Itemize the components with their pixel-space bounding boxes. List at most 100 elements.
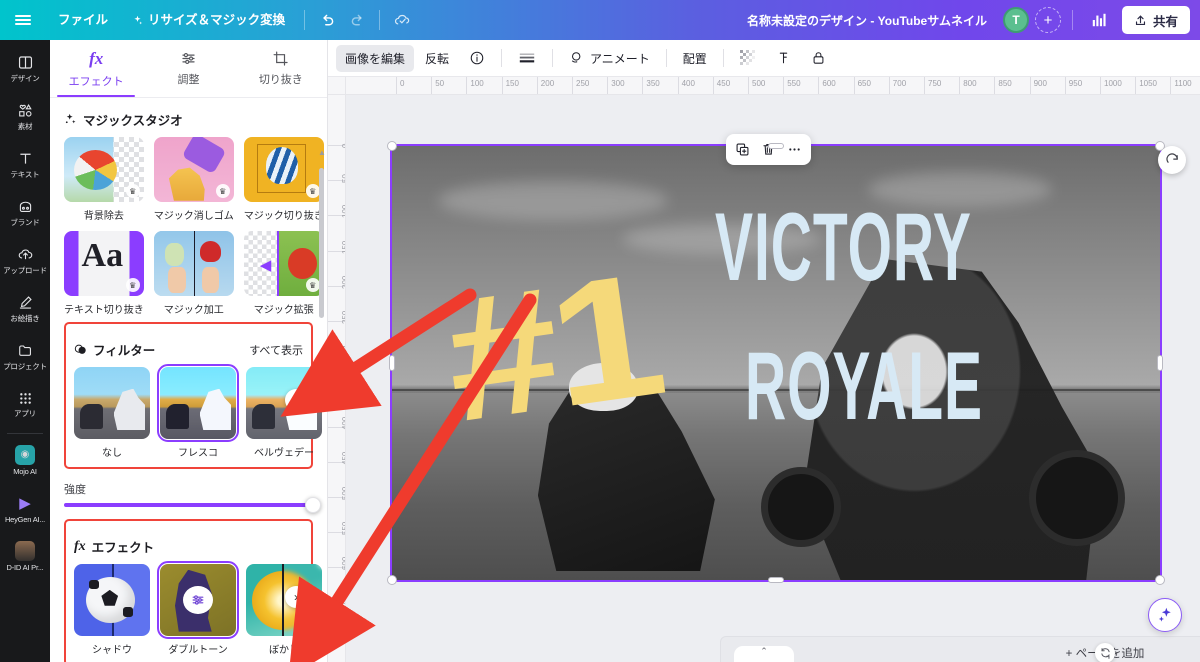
magic-studio-title: マジックスタジオ bbox=[83, 114, 183, 128]
sidebar-app-label: Mojo AI bbox=[13, 466, 37, 476]
magic-tile-magic-eraser[interactable]: ♛ マジック消しゴム bbox=[153, 137, 234, 222]
fx-icon: fx bbox=[74, 538, 86, 554]
transparency-checker-button[interactable] bbox=[731, 45, 765, 71]
intensity-slider[interactable] bbox=[64, 497, 321, 513]
effect-item-blur[interactable]: ぼかし bbox=[246, 564, 322, 656]
magic-tile-magic-expand[interactable]: ◀ ♛ マジック拡張 bbox=[243, 231, 324, 316]
tile-thumb: ♛ bbox=[243, 137, 324, 202]
magic-tile-magic-edit[interactable]: マジック加工 bbox=[153, 231, 234, 316]
sidebar-app-heygen-ai[interactable]: ▶ HeyGen AI... bbox=[0, 484, 50, 532]
redo-icon[interactable] bbox=[342, 6, 372, 34]
lock-button[interactable] bbox=[802, 45, 835, 71]
mojo-ai-icon: ◉ bbox=[15, 444, 35, 465]
magic-tile-bg-remover[interactable]: ♛ 背景除去 bbox=[64, 137, 144, 222]
pro-crown-icon: ♛ bbox=[305, 184, 320, 198]
effects-header: fx エフェクト bbox=[74, 525, 303, 564]
hamburger-icon[interactable] bbox=[0, 13, 46, 27]
position-button[interactable]: 配置 bbox=[674, 45, 716, 72]
rotate-handle[interactable] bbox=[1158, 146, 1186, 174]
tile-thumb: ◀ ♛ bbox=[243, 231, 324, 296]
magic-tile-text-grab[interactable]: Aa ♛ テキスト切り抜き bbox=[64, 231, 144, 316]
sidebar-item-projects[interactable]: プロジェクト bbox=[0, 333, 50, 381]
position-pin-button[interactable] bbox=[767, 45, 800, 71]
ruler-tick-h: 750 bbox=[924, 77, 941, 94]
duplicate-icon[interactable] bbox=[735, 142, 750, 157]
d-id-ai-icon bbox=[15, 540, 35, 561]
chevron-right-icon[interactable]: › bbox=[285, 586, 307, 608]
layout-icon bbox=[18, 56, 32, 69]
flip-button[interactable]: 反転 bbox=[416, 45, 458, 72]
document-title[interactable]: 名称未設定のデザイン - YouTubeサムネイル bbox=[747, 12, 987, 29]
loading-spinner-icon bbox=[1095, 643, 1115, 662]
effect-label: シャドウ bbox=[92, 645, 132, 656]
cloud-saved-icon[interactable] bbox=[387, 6, 417, 34]
ruler-tick-h: 1050 bbox=[1135, 77, 1157, 94]
undo-icon[interactable] bbox=[312, 6, 342, 34]
chevron-right-icon[interactable]: › bbox=[285, 389, 307, 411]
tile-label: テキスト切り抜き bbox=[64, 305, 144, 316]
sidebar-item-design[interactable]: デザイン bbox=[0, 45, 50, 93]
sidebar-item-brand[interactable]: ブランド bbox=[0, 189, 50, 237]
collapse-pages-tab[interactable]: ⌃ bbox=[734, 646, 794, 662]
sidebar-app-mojo-ai[interactable]: ◉ Mojo AI bbox=[0, 436, 50, 484]
ruler-tick-h: 400 bbox=[677, 77, 695, 94]
sidebar-item-label: ブランド bbox=[10, 218, 40, 227]
magic-assistant-button[interactable] bbox=[1148, 598, 1182, 632]
avatar[interactable]: T bbox=[1002, 7, 1029, 33]
magic-sparkle-icon bbox=[65, 113, 76, 124]
tab-crop[interactable]: 切り抜き bbox=[235, 40, 327, 97]
headline-line-2[interactable]: ROYALE bbox=[745, 338, 983, 435]
analytics-icon[interactable] bbox=[1084, 6, 1114, 34]
resize-handle-bottom-left[interactable] bbox=[387, 575, 397, 585]
ruler-tick-v: 700 bbox=[328, 592, 345, 638]
transparency-button[interactable] bbox=[509, 46, 545, 70]
effect-thumb bbox=[246, 564, 322, 636]
share-button[interactable]: 共有 bbox=[1121, 6, 1190, 34]
resize-handle-bottom-right[interactable] bbox=[1155, 575, 1165, 585]
sidebar-item-uploads[interactable]: アップロード bbox=[0, 237, 50, 285]
filter-item-none[interactable]: なし bbox=[74, 367, 150, 459]
tab-adjust[interactable]: 調整 bbox=[142, 40, 234, 97]
transparency-lines-icon bbox=[519, 53, 535, 63]
sidebar-item-text[interactable]: テキスト bbox=[0, 141, 50, 189]
more-horizontal-icon[interactable] bbox=[787, 142, 802, 157]
tab-effects[interactable]: fx エフェクト bbox=[50, 40, 142, 97]
resize-handle-bottom-center[interactable] bbox=[768, 577, 784, 583]
resize-handle-top-left[interactable] bbox=[387, 141, 397, 151]
sidebar-item-apps[interactable]: アプリ bbox=[0, 381, 50, 429]
design-canvas-page[interactable]: VICTORY ROYALE #1 bbox=[390, 144, 1162, 582]
filters-title: フィルター bbox=[93, 344, 156, 358]
rank-badge[interactable]: #1 bbox=[434, 237, 669, 459]
headline-line-1[interactable]: VICTORY bbox=[715, 199, 972, 296]
resize-handle-middle-left[interactable] bbox=[389, 355, 395, 371]
file-menu[interactable]: ファイル bbox=[46, 7, 120, 33]
resize-handle-top-center[interactable] bbox=[768, 143, 784, 149]
ruler-tick-h: 850 bbox=[994, 77, 1012, 94]
image-edit-toolbar: 画像を編集 反転 アニメート 配置 bbox=[328, 40, 1200, 77]
effect-item-shadow[interactable]: シャドウ bbox=[74, 564, 150, 656]
info-button[interactable] bbox=[460, 45, 494, 71]
sidebar-item-elements[interactable]: 素材 bbox=[0, 93, 50, 141]
ruler-tick-h: 950 bbox=[1064, 77, 1082, 94]
filter-item-belvedere[interactable]: ベルヴェデー bbox=[246, 367, 322, 459]
add-collaborator-button[interactable]: + bbox=[1034, 7, 1061, 33]
sidebar-app-d-id-ai[interactable]: D-ID AI Pr... bbox=[0, 532, 50, 580]
horizontal-ruler[interactable]: 0 50 100 150 200 250 300 350 400 450 500 550 600 650 7… bbox=[328, 77, 1200, 95]
sidebar-item-label: 素材 bbox=[17, 122, 33, 131]
scrollbar-thumb[interactable] bbox=[319, 168, 324, 318]
animate-button[interactable]: アニメート bbox=[560, 45, 659, 72]
edit-image-button[interactable]: 画像を編集 bbox=[336, 44, 415, 72]
vertical-ruler[interactable]: 050100150200250300350400450500550600700 bbox=[328, 95, 346, 662]
panel-scrollbar[interactable]: ▲ bbox=[318, 148, 326, 662]
chevron-up-icon[interactable]: ▲ bbox=[318, 148, 326, 157]
filters-see-all-link[interactable]: すべて表示 bbox=[249, 342, 303, 358]
filter-item-fresco[interactable]: フレスコ bbox=[156, 363, 240, 459]
intensity-label: 強度 bbox=[64, 484, 86, 496]
effect-label: ダブルトーン bbox=[168, 645, 228, 656]
resize-handle-middle-right[interactable] bbox=[1157, 355, 1163, 371]
effect-item-duotone[interactable]: ダブルトーン bbox=[156, 560, 240, 656]
tile-label: マジック切り抜き bbox=[243, 211, 324, 222]
magic-tile-magic-grab[interactable]: ♛ マジック切り抜き bbox=[243, 137, 324, 222]
sidebar-item-draw[interactable]: お絵描き bbox=[0, 285, 50, 333]
resize-magic-switch-menu[interactable]: リサイズ＆マジック変換 bbox=[120, 7, 297, 33]
